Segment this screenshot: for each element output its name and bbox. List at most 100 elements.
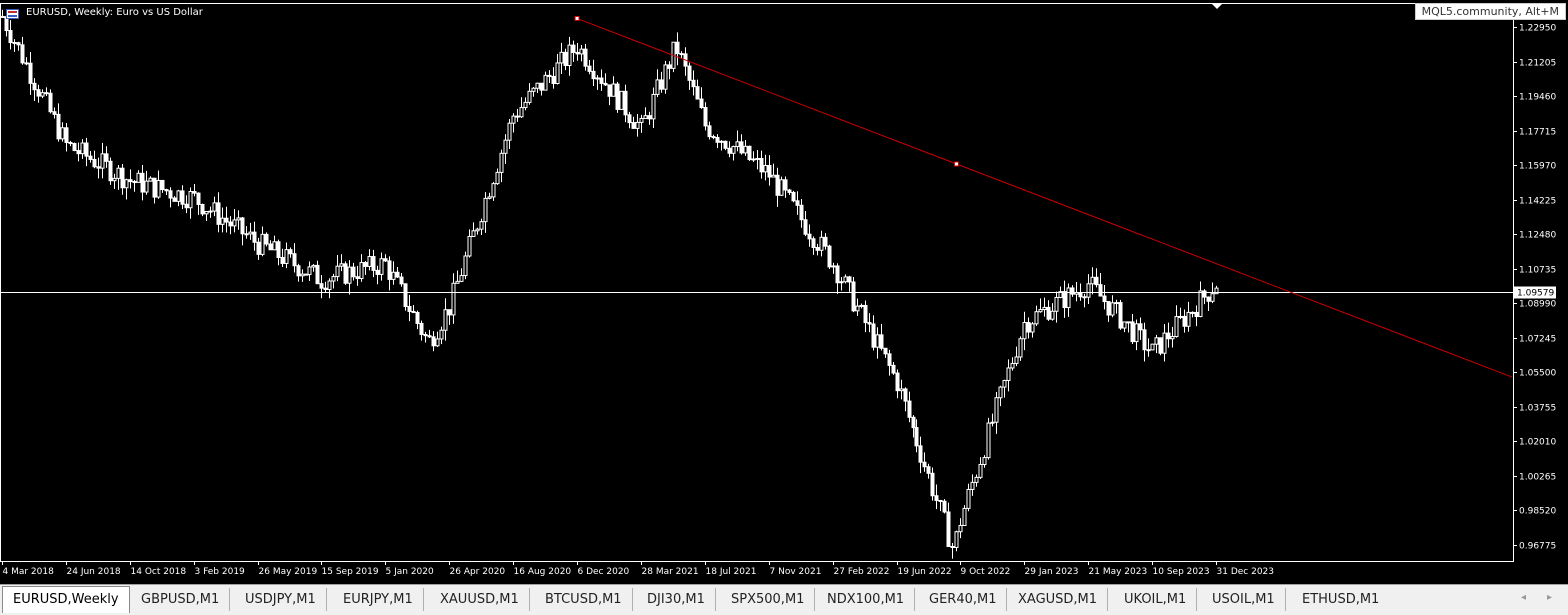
candle-body-bull <box>335 265 340 278</box>
candle-body-bear <box>1138 323 1143 331</box>
candle-body-bull <box>651 93 656 120</box>
trendline-anchor <box>953 161 959 167</box>
tab-xauusd[interactable]: XAUUSD,M1 <box>430 588 530 611</box>
candle-body-bear <box>1106 301 1111 316</box>
candle-body-bear <box>32 82 37 91</box>
community-badge[interactable]: MQL5.community, Alt+M <box>1414 3 1566 20</box>
candle-body-bull <box>635 121 640 129</box>
tab-ndx100[interactable]: NDX100,M1 <box>817 588 916 611</box>
candle-body-bull <box>1154 337 1159 345</box>
candle-body-bear <box>851 281 856 312</box>
chart-area[interactable]: 1.22950 1.21205 1.19460 1.17715 1.15970 1.142… <box>0 0 1568 584</box>
candle-body-bear <box>36 89 41 97</box>
candle-body-bull <box>1174 316 1179 338</box>
candle-body-bear <box>128 179 133 183</box>
candle-body-bull <box>300 273 305 277</box>
candle-body-bull <box>248 231 253 235</box>
candle-body-bull <box>507 122 512 141</box>
tab-usoil[interactable]: USOIL,M1 <box>1202 588 1286 611</box>
candle-body-bull <box>1002 379 1007 388</box>
tab-ger40[interactable]: GER40,M1 <box>919 588 1008 611</box>
candle-body-bull <box>998 386 1003 399</box>
candle-body-bear <box>24 62 29 65</box>
candle-body-bull <box>731 146 736 154</box>
candle-body-bull <box>831 265 836 268</box>
candle-body-bear <box>727 147 732 154</box>
x-tick-label: 16 Aug 2020 <box>514 567 572 577</box>
tab-eurusd-weekly[interactable]: EURUSD,Weekly <box>2 586 130 613</box>
tab-spx500[interactable]: SPX500,M1 <box>721 588 816 611</box>
tab-usdjpy[interactable]: USDJPY,M1 <box>235 588 327 611</box>
tab-btcusd[interactable]: BTCUSD,M1 <box>535 588 633 611</box>
y-tick-label: 1.02010 <box>1519 438 1556 448</box>
candle-body-bear <box>835 265 840 284</box>
candle-body-bear <box>164 189 169 192</box>
candle-body-bear <box>679 53 684 56</box>
tab-ethusd[interactable]: ETHUSD,M1 <box>1292 588 1389 611</box>
candle-body-bear <box>56 113 61 140</box>
candle-body-bear <box>623 90 628 116</box>
tab-dji30[interactable]: DJI30,M1 <box>637 588 716 611</box>
candle-body-bear <box>363 262 368 267</box>
candle-body-bear <box>950 546 955 549</box>
tab-xagusd[interactable]: XAGUSD,M1 <box>1008 588 1109 611</box>
candle-body-bear <box>216 202 221 225</box>
candle-body-bear <box>120 167 125 189</box>
arrow-right-icon[interactable]: ▸ <box>1547 592 1552 603</box>
tab-ukoil[interactable]: UKOIL,M1 <box>1114 588 1198 611</box>
candle-body-bear <box>28 62 33 84</box>
x-tick-label: 7 Nov 2021 <box>770 567 822 577</box>
candle-body-bull <box>443 309 448 331</box>
price-chart[interactable]: 1.22950 1.21205 1.19460 1.17715 1.15970 1.142… <box>0 0 1568 584</box>
y-tick-label: 0.98520 <box>1519 507 1556 517</box>
candle-body-bull <box>1014 356 1019 364</box>
candle-body-bull <box>990 421 995 424</box>
candle-body-bull <box>1170 336 1175 340</box>
candle-body-bull <box>260 233 265 255</box>
candle-body-bear <box>615 83 620 110</box>
candle-body-bear <box>160 179 165 191</box>
candle-body-bull <box>779 179 784 196</box>
candle-body-bear <box>68 141 73 145</box>
arrow-left-icon[interactable]: ◂ <box>1521 592 1526 603</box>
candle-body-bear <box>1190 311 1195 314</box>
candle-body-bear <box>775 174 780 196</box>
candle-body-bear <box>703 106 708 127</box>
candle-body-bull <box>100 153 105 169</box>
candle-body-bear <box>244 233 249 236</box>
candle-body-bear <box>1130 321 1135 343</box>
current-price-label: 1.09579 <box>1517 289 1554 299</box>
candle-body-bull <box>1126 321 1131 324</box>
y-tick-label: 1.17715 <box>1519 128 1556 138</box>
tab-gbpusd[interactable]: GBPUSD,M1 <box>131 588 231 611</box>
candle-body-bull <box>307 266 312 275</box>
x-tick-label: 21 May 2023 <box>1089 567 1148 577</box>
candle-body-bear <box>371 256 376 271</box>
candle-body-bear <box>539 82 544 91</box>
candle-body-bear <box>1094 276 1099 286</box>
candle-body-bull <box>527 90 532 103</box>
candle-body-bear <box>1142 329 1147 351</box>
tab-eurjpy[interactable]: EURJPY,M1 <box>333 588 424 611</box>
candle-body-bull <box>148 177 153 182</box>
candle-body-bull <box>367 256 372 267</box>
candle-body-bear <box>1098 284 1103 297</box>
candle-body-bull <box>232 219 237 227</box>
candle-body-bear <box>879 334 884 349</box>
candle-body-bear <box>184 203 189 209</box>
candle-body-bear <box>707 125 712 138</box>
candle-body-bull <box>188 191 193 209</box>
candle-body-bear <box>871 323 876 348</box>
candle-body-bull <box>439 329 444 340</box>
candle-body-bull <box>455 280 460 284</box>
x-tick-label: 6 Dec 2020 <box>578 567 630 577</box>
candle-body-bull <box>1086 283 1091 298</box>
candle-body-bull <box>639 117 644 123</box>
candle-body-bear <box>423 333 428 337</box>
candle-body-bear <box>0 15 5 18</box>
candle-body-bull <box>1022 322 1027 340</box>
candle-body-bear <box>907 400 912 418</box>
candle-body-bear <box>934 495 939 501</box>
x-tick-label: 10 Sep 2023 <box>1153 567 1210 577</box>
candle-body-bear <box>395 271 400 278</box>
